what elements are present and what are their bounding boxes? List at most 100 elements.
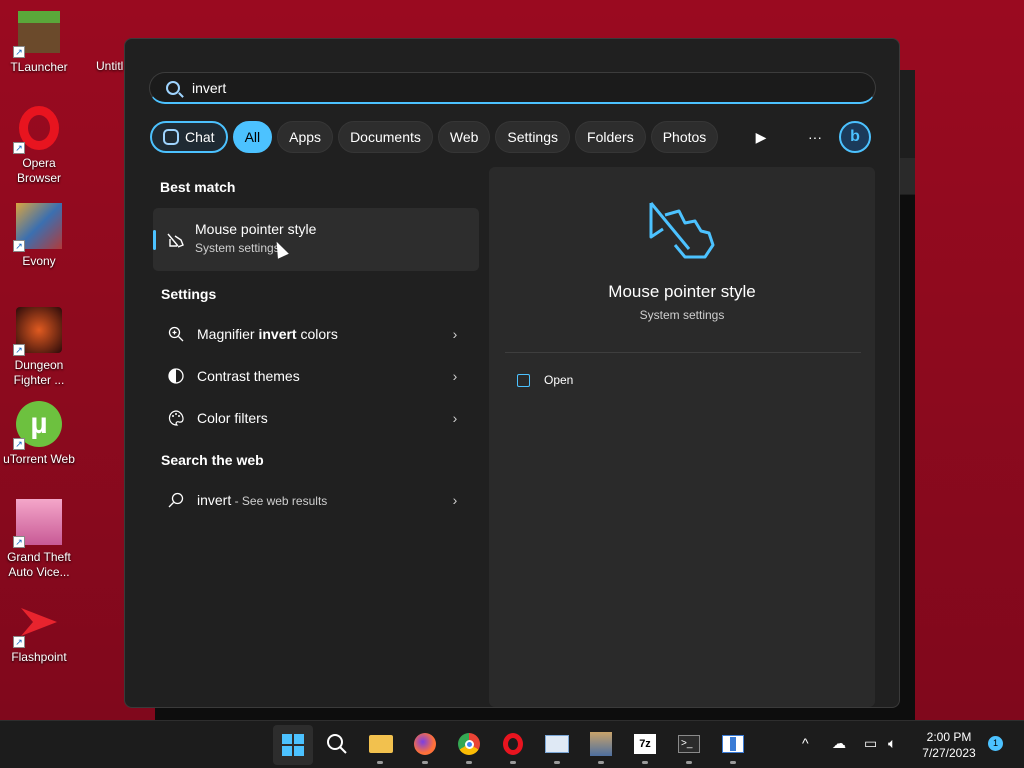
selection-indicator (153, 230, 156, 250)
running-indicator (730, 761, 736, 764)
opera-icon: ↗ (13, 104, 63, 154)
result-label: Contrast themes (197, 368, 300, 384)
chevron-right-icon: › (452, 326, 458, 342)
desktop-icon-label-partial: Untitl (96, 59, 124, 73)
taskbar-search-button[interactable] (324, 731, 350, 757)
desktop-icon-label: uTorrent Web (3, 452, 75, 466)
scroll-filters-play-icon[interactable]: ▶ (745, 121, 777, 153)
running-indicator (598, 761, 604, 764)
windows-logo-icon (282, 734, 304, 756)
flashpoint-icon: ↗ (13, 598, 63, 648)
web-query: invert (197, 492, 232, 508)
running-indicator (510, 761, 516, 764)
running-indicator (377, 761, 383, 764)
open-external-icon (517, 373, 530, 387)
search-icon (166, 490, 186, 510)
clock-date: 7/27/2023 (922, 746, 976, 760)
desktop-icon-label: TLauncher (10, 60, 68, 74)
preview-pane: Mouse pointer style System settings Open (489, 167, 875, 707)
more-filters-button[interactable]: ··· (799, 121, 831, 153)
filter-apps[interactable]: Apps (277, 121, 334, 153)
result-label: invert - See web results (197, 492, 445, 508)
desktop-icon-opera[interactable]: ↗ Opera Browser (0, 104, 78, 186)
contrast-icon (166, 366, 186, 386)
game-launcher-icon[interactable] (588, 731, 614, 757)
result-contrast-themes[interactable]: Contrast themes › (153, 356, 479, 396)
clock-time: 2:00 PM (926, 730, 972, 744)
mouse-pointer-icon (167, 233, 184, 248)
chrome-icon[interactable] (456, 731, 482, 757)
desktop-icon-utorrent[interactable]: µ ↗ uTorrent Web (0, 400, 78, 467)
search-filters: Chat All Apps Documents Web Settings Fol… (150, 121, 723, 153)
web-suffix: - See web results (231, 494, 328, 508)
filter-settings[interactable]: Settings (495, 121, 571, 153)
mouse-pointer-icon (649, 202, 715, 259)
desktop-icon-gta[interactable]: ↗ Grand Theft Auto Vice... (0, 498, 78, 580)
search-input[interactable]: invert (192, 80, 226, 96)
filter-chat-label: Chat (185, 129, 215, 145)
taskbar-clock[interactable]: 2:00 PM 7/27/2023 (914, 729, 984, 761)
settings-heading: Settings (161, 286, 217, 302)
filter-web[interactable]: Web (437, 121, 491, 153)
resource-monitor-icon[interactable] (544, 731, 570, 757)
desktop-icon-flashpoint[interactable]: ↗ Flashpoint (0, 598, 78, 665)
bing-icon[interactable]: b (839, 121, 871, 153)
magnifier-icon (166, 324, 186, 344)
filter-chat[interactable]: Chat (150, 121, 228, 153)
result-web-search[interactable]: invert - See web results › (153, 480, 479, 520)
running-indicator (686, 761, 692, 764)
chevron-right-icon: › (452, 368, 458, 384)
notification-badge[interactable]: 1 (988, 736, 1003, 751)
search-icon (166, 80, 180, 95)
filter-documents[interactable]: Documents (338, 121, 433, 153)
running-indicator (422, 761, 428, 764)
filter-photos[interactable]: Photos (650, 121, 719, 153)
preview-subtitle: System settings (639, 308, 725, 322)
desktop-icon-label: Dungeon Fighter ... (13, 358, 65, 387)
running-indicator (554, 761, 560, 764)
chevron-right-icon: › (452, 492, 458, 508)
volume-icon[interactable]: 🔈︎ (888, 735, 896, 752)
result-label-match: invert (258, 326, 297, 342)
search-box[interactable]: invert (149, 72, 876, 104)
filter-folders[interactable]: Folders (575, 121, 646, 153)
firefox-icon[interactable] (412, 731, 438, 757)
result-magnifier-invert-colors[interactable]: Magnifier invert colors › (153, 314, 479, 354)
running-indicator (466, 761, 472, 764)
bing-chat-icon (163, 129, 179, 145)
chevron-right-icon: › (452, 410, 458, 426)
desktop-icon-dungeon-fighter[interactable]: ↗ Dungeon Fighter ... (0, 306, 78, 388)
desktop-icon-label: Grand Theft Auto Vice... (7, 550, 71, 579)
color-palette-icon (166, 408, 186, 428)
desktop-icon-label: Opera Browser (16, 156, 61, 185)
result-color-filters[interactable]: Color filters › (153, 398, 479, 438)
network-icon[interactable]: ▭ (864, 735, 877, 752)
show-hidden-icons-chevron-up-icon[interactable]: ^ (802, 735, 809, 751)
desktop-icon-evony[interactable]: ↗ Evony (0, 202, 78, 269)
terminal-icon[interactable]: >_ (676, 731, 702, 757)
file-explorer-icon[interactable] (368, 731, 394, 757)
opera-icon[interactable] (500, 731, 526, 757)
7zip-icon[interactable]: 7z (632, 731, 658, 757)
desktop-icon-label: Flashpoint (11, 650, 67, 664)
best-match-item[interactable]: Mouse pointer style System settings (153, 208, 479, 271)
preview-divider (505, 352, 861, 353)
tlauncher-icon: ↗ (13, 8, 63, 58)
result-label: Magnifier invert colors (197, 326, 445, 342)
open-action[interactable]: Open (517, 373, 573, 387)
onedrive-cloud-offline-icon[interactable]: ☁ (832, 735, 846, 752)
filter-all[interactable]: All (232, 121, 273, 153)
best-match-title: Mouse pointer style (195, 221, 317, 237)
gta-icon: ↗ (13, 498, 63, 548)
result-label-pre: Magnifier (197, 326, 259, 342)
taskbar: 7z >_ ^ ☁ ▭ 🔈︎ 2:00 PM 7/27/2023 (0, 720, 1024, 768)
search-web-heading: Search the web (161, 452, 264, 468)
desktop-icon-tlauncher[interactable]: ↗ TLauncher (0, 8, 78, 75)
search-icon (327, 734, 347, 754)
best-match-subtitle: System settings (195, 241, 280, 255)
app-window-icon[interactable] (720, 731, 746, 757)
evony-icon: ↗ (13, 202, 63, 252)
best-match-heading: Best match (160, 179, 236, 195)
search-flyout: invert Chat All Apps Documents Web Setti… (124, 38, 900, 708)
start-button[interactable] (273, 725, 313, 765)
